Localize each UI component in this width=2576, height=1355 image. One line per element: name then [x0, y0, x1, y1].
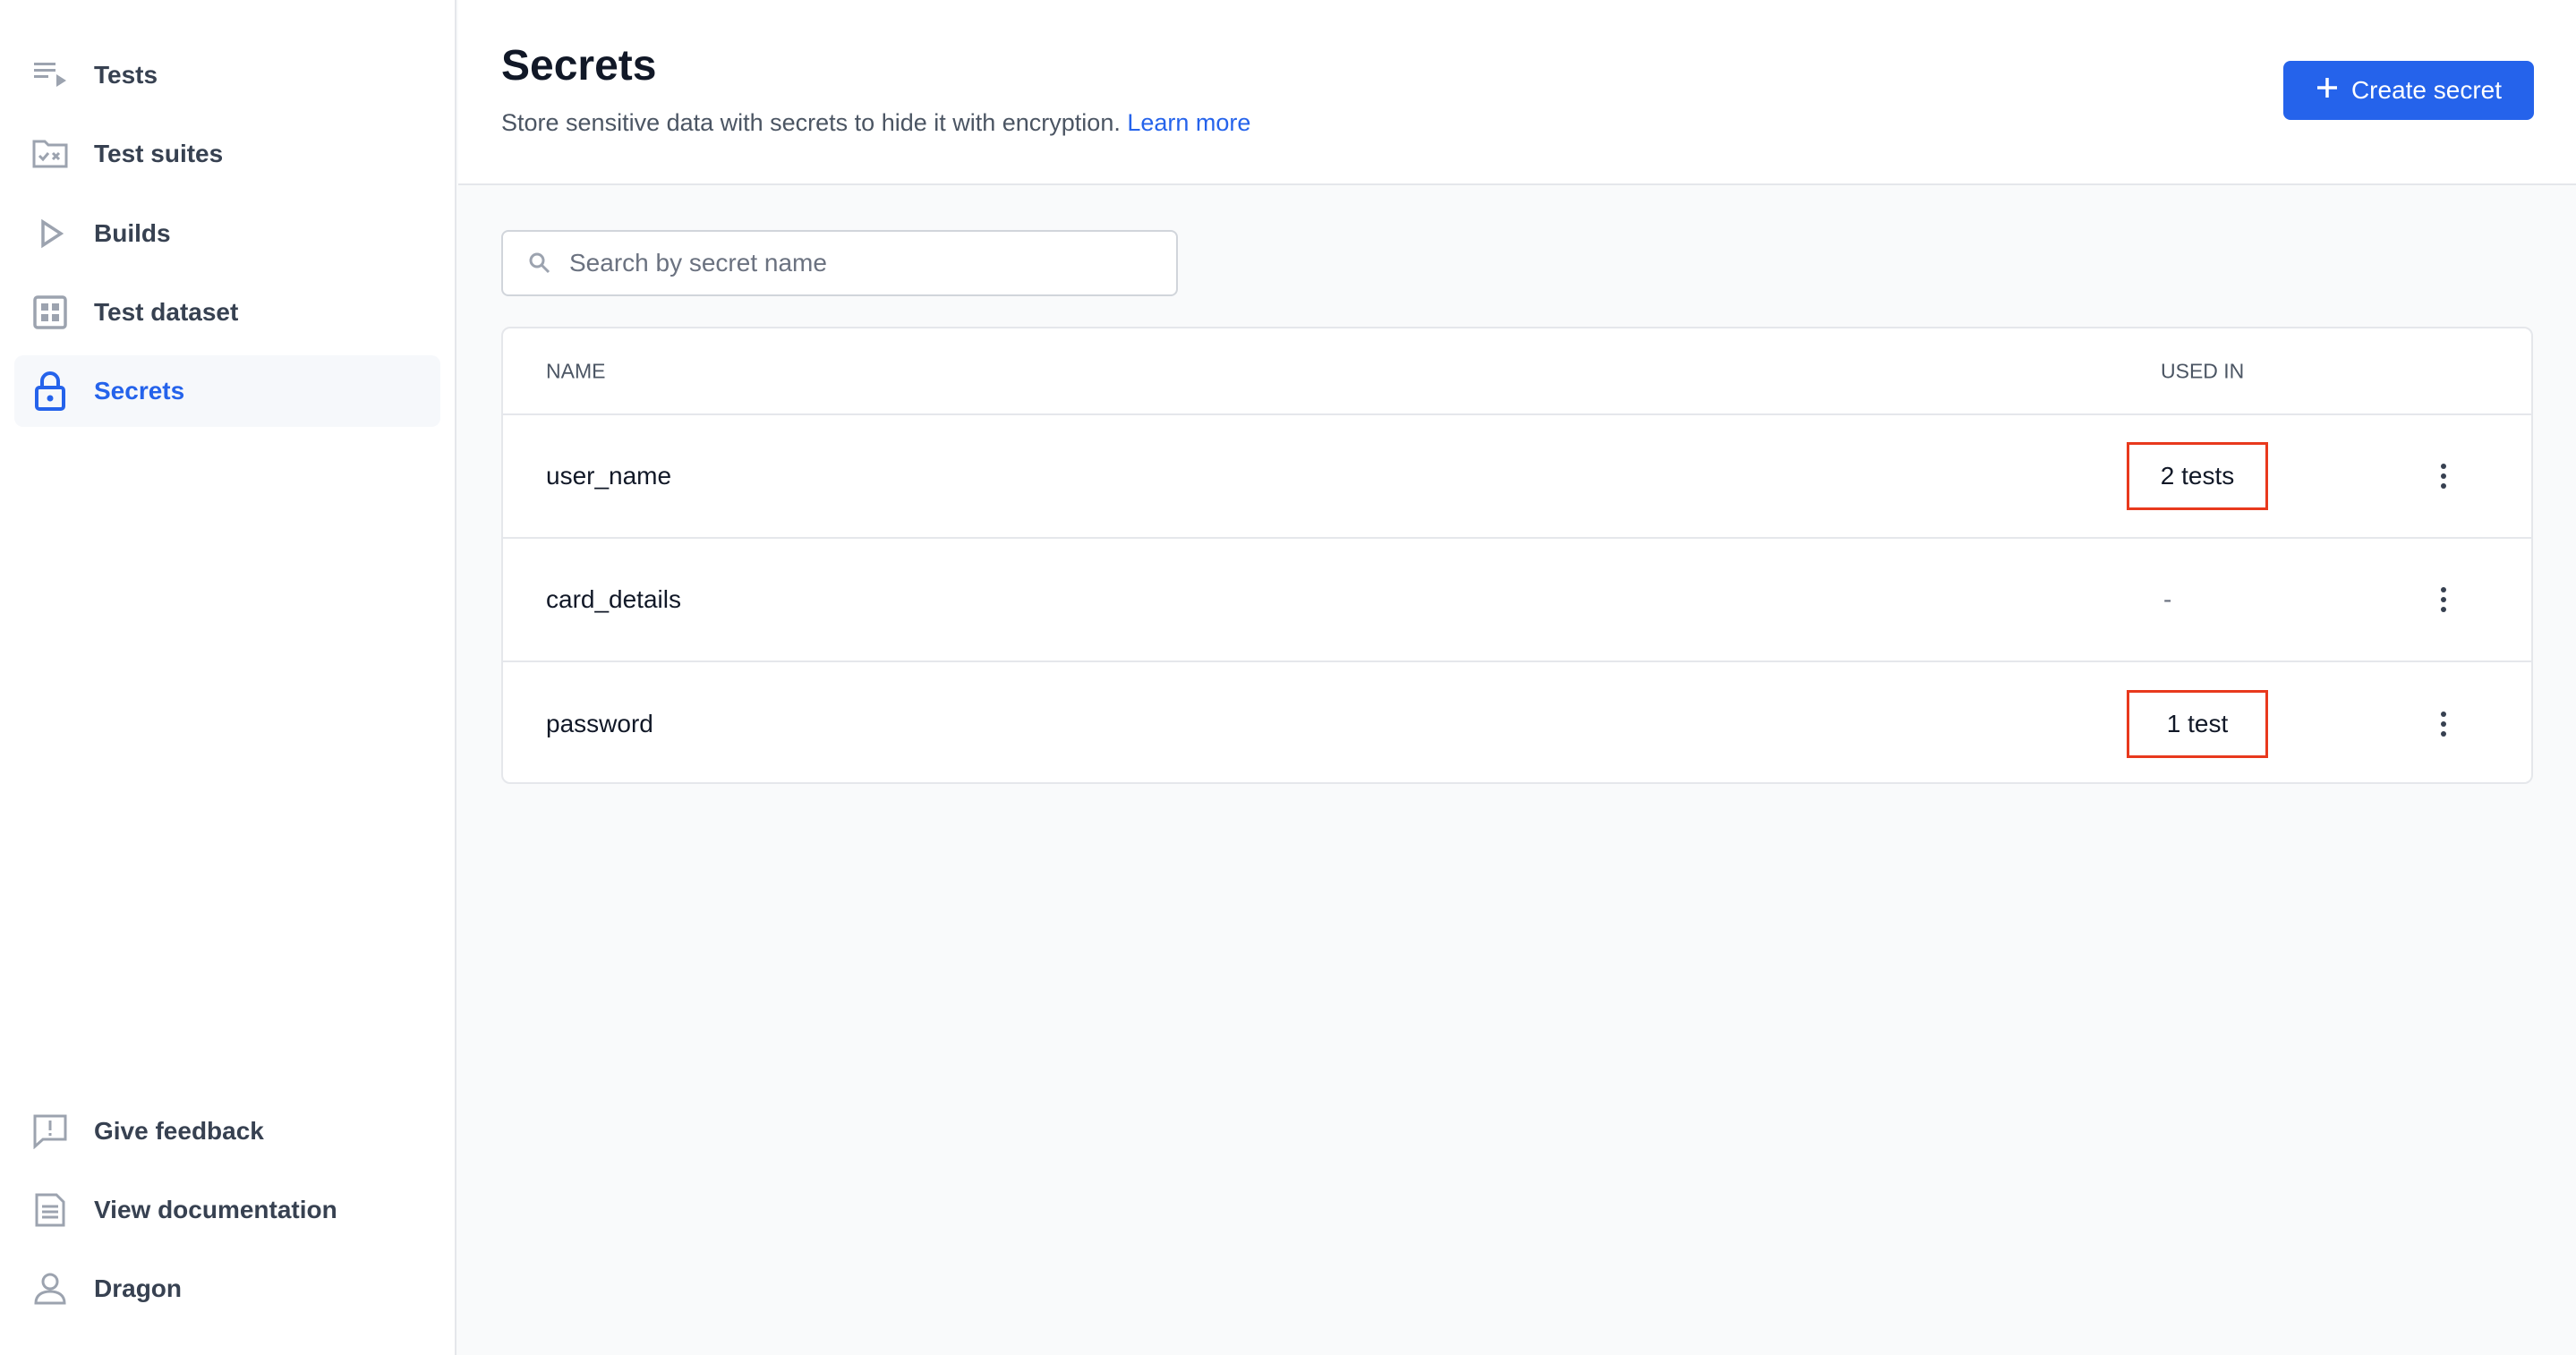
create-secret-button[interactable]: Create secret — [2283, 61, 2534, 120]
more-options-icon[interactable] — [2427, 577, 2460, 622]
search-box[interactable] — [501, 230, 1178, 296]
secrets-table: NAME USED IN user_name 2 tests card_deta… — [501, 327, 2533, 784]
more-options-icon[interactable] — [2427, 454, 2460, 499]
sidebar-item-builds[interactable]: Builds — [14, 198, 440, 269]
folder-check-icon — [32, 136, 68, 172]
search-icon — [528, 251, 551, 275]
create-secret-label: Create secret — [2350, 76, 2503, 104]
sidebar-item-label: Test suites — [94, 140, 224, 167]
sidebar-item-label: Builds — [94, 219, 171, 247]
subtitle-text: Store sensitive data with secrets to hid… — [501, 109, 1121, 136]
grid-icon — [32, 294, 68, 330]
table-row[interactable]: card_details - — [503, 539, 2531, 662]
lock-icon — [32, 371, 68, 411]
sidebar-item-label: Tests — [94, 61, 158, 89]
sidebar-item-label: Secrets — [94, 377, 185, 405]
page-subtitle: Store sensitive data with secrets to hid… — [501, 109, 1250, 137]
used-in-value: - — [2163, 585, 2172, 613]
sidebar-item-label: Give feedback — [94, 1117, 264, 1145]
learn-more-link[interactable]: Learn more — [1127, 109, 1250, 136]
used-in-value[interactable]: 1 test — [2127, 690, 2268, 758]
page-header: Secrets Store sensitive data with secret… — [458, 0, 2576, 185]
play-icon — [32, 216, 68, 251]
search-input[interactable] — [569, 249, 1106, 277]
plus-icon — [2316, 76, 2339, 106]
give-feedback-link[interactable]: Give feedback — [14, 1095, 440, 1167]
sidebar-item-test-suites[interactable]: Test suites — [14, 118, 440, 190]
secret-name: card_details — [546, 585, 681, 613]
more-options-icon[interactable] — [2427, 702, 2460, 746]
sidebar-item-test-dataset[interactable]: Test dataset — [14, 277, 440, 348]
table-header: NAME USED IN — [503, 328, 2531, 415]
document-icon — [32, 1192, 68, 1228]
sidebar: Tests Test suites Builds Test dataset Se… — [0, 0, 456, 1355]
table-row[interactable]: user_name 2 tests — [503, 415, 2531, 539]
user-profile[interactable]: Dragon — [14, 1253, 440, 1325]
sidebar-item-label: View documentation — [94, 1196, 337, 1223]
column-header-name[interactable]: NAME — [546, 359, 605, 383]
column-header-used-in[interactable]: USED IN — [2161, 359, 2244, 383]
used-in-value[interactable]: 2 tests — [2127, 442, 2268, 510]
secret-name: password — [546, 710, 653, 737]
sidebar-item-tests[interactable]: Tests — [14, 39, 440, 111]
sidebar-item-label: Test dataset — [94, 298, 239, 326]
feedback-icon — [32, 1113, 68, 1149]
page-title: Secrets — [501, 42, 657, 89]
sidebar-item-label: Dragon — [94, 1274, 182, 1302]
tests-icon — [32, 57, 68, 93]
sidebar-item-secrets[interactable]: Secrets — [14, 355, 440, 427]
secret-name: user_name — [546, 462, 672, 490]
user-icon — [32, 1271, 68, 1307]
table-row[interactable]: password 1 test — [503, 662, 2531, 782]
view-documentation-link[interactable]: View documentation — [14, 1174, 440, 1246]
